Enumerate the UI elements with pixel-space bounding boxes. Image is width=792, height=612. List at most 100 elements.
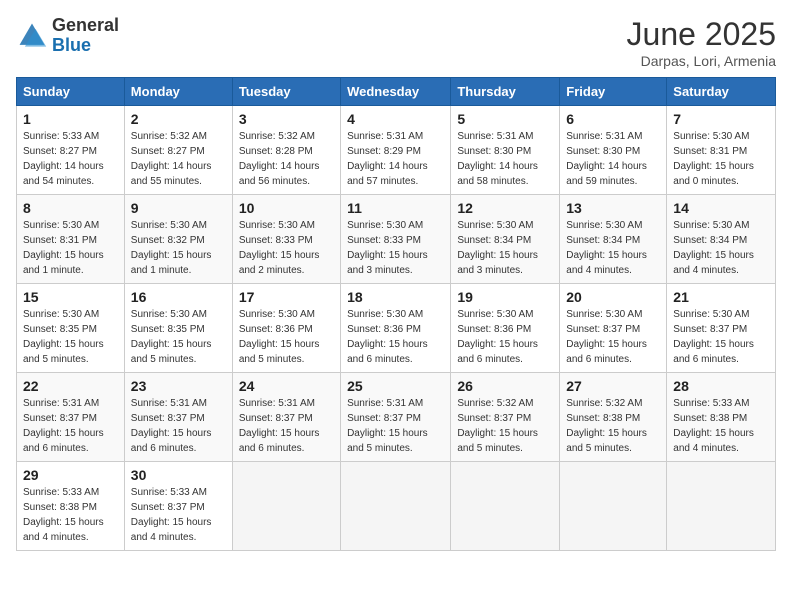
calendar-cell: 30 Sunrise: 5:33 AM Sunset: 8:37 PM Dayli…: [124, 462, 232, 551]
day-info: Sunrise: 5:30 AM Sunset: 8:35 PM Dayligh…: [23, 307, 118, 367]
calendar-cell: 24 Sunrise: 5:31 AM Sunset: 8:37 PM Dayli…: [232, 373, 340, 462]
day-number: 30: [131, 467, 226, 483]
calendar-cell: 8 Sunrise: 5:30 AM Sunset: 8:31 PM Daylig…: [17, 195, 125, 284]
day-number: 28: [673, 378, 769, 394]
logo-blue-text: Blue: [52, 35, 91, 55]
day-info: Sunrise: 5:31 AM Sunset: 8:37 PM Dayligh…: [347, 396, 444, 456]
calendar-cell: 18 Sunrise: 5:30 AM Sunset: 8:36 PM Dayli…: [341, 284, 451, 373]
calendar-cell: 2Sunrise: 5:32 AM Sunset: 8:27 PM Daylig…: [124, 106, 232, 195]
column-header-sunday: Sunday: [17, 78, 125, 106]
day-info: Sunrise: 5:30 AM Sunset: 8:33 PM Dayligh…: [347, 218, 444, 278]
day-info: Sunrise: 5:32 AM Sunset: 8:37 PM Dayligh…: [457, 396, 553, 456]
day-number: 20: [566, 289, 660, 305]
logo-icon: [16, 20, 48, 52]
day-number: 10: [239, 200, 334, 216]
calendar-cell: 20 Sunrise: 5:30 AM Sunset: 8:37 PM Dayli…: [560, 284, 667, 373]
day-number: 13: [566, 200, 660, 216]
day-number: 14: [673, 200, 769, 216]
day-info: Sunrise: 5:30 AM Sunset: 8:36 PM Dayligh…: [239, 307, 334, 367]
location-subtitle: Darpas, Lori, Armenia: [627, 53, 776, 69]
calendar-cell: 11 Sunrise: 5:30 AM Sunset: 8:33 PM Dayli…: [341, 195, 451, 284]
calendar-cell: 28Sunrise: 5:33 AM Sunset: 8:38 PM Dayli…: [667, 373, 776, 462]
calendar-week-row: 29 Sunrise: 5:33 AM Sunset: 8:38 PM Dayli…: [17, 462, 776, 551]
day-info: Sunrise: 5:30 AM Sunset: 8:31 PM Dayligh…: [23, 218, 118, 278]
calendar-cell: 25 Sunrise: 5:31 AM Sunset: 8:37 PM Dayli…: [341, 373, 451, 462]
day-number: 8: [23, 200, 118, 216]
calendar-cell: 29 Sunrise: 5:33 AM Sunset: 8:38 PM Dayli…: [17, 462, 125, 551]
day-info: Sunrise: 5:30 AM Sunset: 8:32 PM Dayligh…: [131, 218, 226, 278]
title-block: June 2025 Darpas, Lori, Armenia: [627, 16, 776, 69]
calendar-cell: 4 Sunrise: 5:31 AM Sunset: 8:29 PM Daylig…: [341, 106, 451, 195]
day-number: 18: [347, 289, 444, 305]
day-number: 21: [673, 289, 769, 305]
day-info: Sunrise: 5:31 AM Sunset: 8:29 PM Dayligh…: [347, 129, 444, 189]
day-number: 23: [131, 378, 226, 394]
calendar-week-row: 22Sunrise: 5:31 AM Sunset: 8:37 PM Dayli…: [17, 373, 776, 462]
column-header-thursday: Thursday: [451, 78, 560, 106]
column-header-monday: Monday: [124, 78, 232, 106]
day-info: Sunrise: 5:30 AM Sunset: 8:37 PM Dayligh…: [673, 307, 769, 367]
day-info: Sunrise: 5:33 AM Sunset: 8:38 PM Dayligh…: [23, 485, 118, 545]
day-info: Sunrise: 5:31 AM Sunset: 8:37 PM Dayligh…: [131, 396, 226, 456]
calendar-cell: 1 Sunrise: 5:33 AM Sunset: 8:27 PM Daylig…: [17, 106, 125, 195]
day-info: Sunrise: 5:31 AM Sunset: 8:30 PM Dayligh…: [566, 129, 660, 189]
calendar-cell: 14Sunrise: 5:30 AM Sunset: 8:34 PM Dayli…: [667, 195, 776, 284]
day-info: Sunrise: 5:30 AM Sunset: 8:34 PM Dayligh…: [457, 218, 553, 278]
day-number: 25: [347, 378, 444, 394]
day-info: Sunrise: 5:30 AM Sunset: 8:31 PM Dayligh…: [673, 129, 769, 189]
calendar-week-row: 8 Sunrise: 5:30 AM Sunset: 8:31 PM Daylig…: [17, 195, 776, 284]
calendar-cell: 16 Sunrise: 5:30 AM Sunset: 8:35 PM Dayli…: [124, 284, 232, 373]
calendar-cell: 26 Sunrise: 5:32 AM Sunset: 8:37 PM Dayli…: [451, 373, 560, 462]
day-info: Sunrise: 5:31 AM Sunset: 8:30 PM Dayligh…: [457, 129, 553, 189]
calendar-cell: 27 Sunrise: 5:32 AM Sunset: 8:38 PM Dayli…: [560, 373, 667, 462]
day-number: 26: [457, 378, 553, 394]
calendar-cell: 10 Sunrise: 5:30 AM Sunset: 8:33 PM Dayli…: [232, 195, 340, 284]
day-info: Sunrise: 5:30 AM Sunset: 8:34 PM Dayligh…: [566, 218, 660, 278]
day-info: Sunrise: 5:30 AM Sunset: 8:37 PM Dayligh…: [566, 307, 660, 367]
calendar-cell: 3 Sunrise: 5:32 AM Sunset: 8:28 PM Daylig…: [232, 106, 340, 195]
day-number: 16: [131, 289, 226, 305]
calendar-cell: 17 Sunrise: 5:30 AM Sunset: 8:36 PM Dayli…: [232, 284, 340, 373]
calendar-cell: [341, 462, 451, 551]
calendar-cell: 6 Sunrise: 5:31 AM Sunset: 8:30 PM Daylig…: [560, 106, 667, 195]
logo-text: General Blue: [52, 16, 119, 56]
day-info: Sunrise: 5:33 AM Sunset: 8:27 PM Dayligh…: [23, 129, 118, 189]
day-number: 24: [239, 378, 334, 394]
day-number: 1: [23, 111, 118, 127]
day-info: Sunrise: 5:32 AM Sunset: 8:27 PM Dayligh…: [131, 129, 226, 189]
calendar-cell: 12Sunrise: 5:30 AM Sunset: 8:34 PM Dayli…: [451, 195, 560, 284]
column-header-friday: Friday: [560, 78, 667, 106]
day-number: 4: [347, 111, 444, 127]
calendar-cell: 7 Sunrise: 5:30 AM Sunset: 8:31 PM Daylig…: [667, 106, 776, 195]
day-number: 29: [23, 467, 118, 483]
page-header: General Blue June 2025 Darpas, Lori, Arm…: [16, 16, 776, 69]
day-info: Sunrise: 5:30 AM Sunset: 8:36 PM Dayligh…: [347, 307, 444, 367]
calendar-cell: 22Sunrise: 5:31 AM Sunset: 8:37 PM Dayli…: [17, 373, 125, 462]
day-number: 5: [457, 111, 553, 127]
calendar-cell: 15Sunrise: 5:30 AM Sunset: 8:35 PM Dayli…: [17, 284, 125, 373]
logo: General Blue: [16, 16, 119, 56]
day-info: Sunrise: 5:30 AM Sunset: 8:35 PM Dayligh…: [131, 307, 226, 367]
day-info: Sunrise: 5:30 AM Sunset: 8:33 PM Dayligh…: [239, 218, 334, 278]
day-number: 3: [239, 111, 334, 127]
day-info: Sunrise: 5:32 AM Sunset: 8:38 PM Dayligh…: [566, 396, 660, 456]
day-number: 6: [566, 111, 660, 127]
calendar-week-row: 1 Sunrise: 5:33 AM Sunset: 8:27 PM Daylig…: [17, 106, 776, 195]
day-info: Sunrise: 5:31 AM Sunset: 8:37 PM Dayligh…: [239, 396, 334, 456]
day-number: 11: [347, 200, 444, 216]
day-info: Sunrise: 5:33 AM Sunset: 8:37 PM Dayligh…: [131, 485, 226, 545]
day-info: Sunrise: 5:32 AM Sunset: 8:28 PM Dayligh…: [239, 129, 334, 189]
day-info: Sunrise: 5:30 AM Sunset: 8:36 PM Dayligh…: [457, 307, 553, 367]
day-info: Sunrise: 5:31 AM Sunset: 8:37 PM Dayligh…: [23, 396, 118, 456]
day-number: 7: [673, 111, 769, 127]
calendar-cell: 23 Sunrise: 5:31 AM Sunset: 8:37 PM Dayli…: [124, 373, 232, 462]
day-number: 19: [457, 289, 553, 305]
column-header-wednesday: Wednesday: [341, 78, 451, 106]
calendar-cell: 21 Sunrise: 5:30 AM Sunset: 8:37 PM Dayli…: [667, 284, 776, 373]
day-number: 27: [566, 378, 660, 394]
calendar-week-row: 15Sunrise: 5:30 AM Sunset: 8:35 PM Dayli…: [17, 284, 776, 373]
calendar-cell: [560, 462, 667, 551]
day-number: 17: [239, 289, 334, 305]
calendar-cell: [667, 462, 776, 551]
column-header-tuesday: Tuesday: [232, 78, 340, 106]
